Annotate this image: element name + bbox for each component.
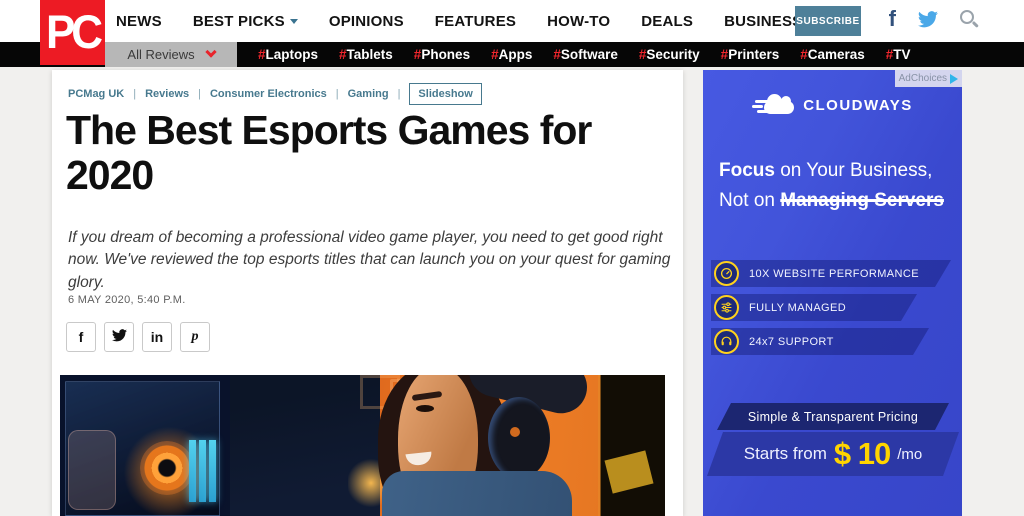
facebook-icon: f xyxy=(78,329,84,345)
speedometer-icon xyxy=(714,261,739,286)
nav-item-best-picks[interactable]: BEST PICKS xyxy=(193,13,298,30)
price-amount: $ 10 xyxy=(833,436,891,471)
chair-silhouette-shape xyxy=(600,375,665,516)
pcmag-logo[interactable]: PC xyxy=(40,0,105,65)
rgb-fan-shape xyxy=(140,441,194,495)
ram-stick-shape xyxy=(189,440,196,502)
ad-headline: Focus on Your Business, Not on Managing … xyxy=(719,160,944,212)
tag-apps[interactable]: #Apps xyxy=(491,47,532,62)
breadcrumb-separator: | xyxy=(335,88,339,100)
breadcrumb-consumer-electronics[interactable]: Consumer Electronics xyxy=(210,88,327,100)
nav-item-business[interactable]: BUSINESS xyxy=(724,13,802,30)
headset-icon xyxy=(714,329,739,354)
article-deck: If you dream of becoming a professional … xyxy=(68,229,671,291)
ad-feature-list: 10X WEBSITE PERFORMANCE FULLY MANAGED 24… xyxy=(711,260,951,355)
ad-pricing-title-banner: Simple & Transparent Pricing xyxy=(717,403,949,430)
twitter-icon xyxy=(111,329,127,345)
tag-tv[interactable]: #TV xyxy=(886,47,911,62)
headset-accent-shape xyxy=(510,427,520,437)
tag-tablets[interactable]: #Tablets xyxy=(339,47,393,62)
breadcrumb-separator: | xyxy=(133,88,137,100)
tag-printers[interactable]: #Printers xyxy=(721,47,780,62)
topic-tags: #Laptops #Tablets #Phones #Apps #Softwar… xyxy=(258,42,911,67)
chevron-down-icon xyxy=(204,46,217,58)
share-twitter-button[interactable] xyxy=(104,322,134,352)
main-nav: NEWS BEST PICKS OPINIONS FEATURES HOW-TO… xyxy=(116,0,802,42)
tag-cameras[interactable]: #Cameras xyxy=(800,47,865,62)
nav-item-how-to[interactable]: HOW-TO xyxy=(547,13,610,30)
all-reviews-dropdown[interactable]: All Reviews xyxy=(105,42,237,67)
share-buttons: f in p xyxy=(66,322,210,352)
gamer-eye-shape xyxy=(416,405,434,412)
sidebar-ad-cloudways[interactable]: AdChoices CLOUDWAYS Focus on Your Busine… xyxy=(703,70,962,516)
article-card: PCMag UK | Reviews | Consumer Electronic… xyxy=(52,70,683,516)
ad-feature-support: 24x7 SUPPORT xyxy=(711,328,929,355)
slideshow-badge: Slideshow xyxy=(409,83,482,105)
chair-rim-shape xyxy=(598,375,601,516)
article-hero-image xyxy=(60,375,665,516)
twitter-icon[interactable] xyxy=(918,11,938,33)
subscribe-button[interactable]: SUBSCRIBE xyxy=(795,6,861,36)
headset-earcup-shape xyxy=(488,397,550,479)
page-title: The Best Esports Games for 2020 xyxy=(66,107,592,199)
adchoices-chip[interactable]: AdChoices xyxy=(894,70,962,87)
share-pinterest-button[interactable]: p xyxy=(180,322,210,352)
breadcrumb-reviews[interactable]: Reviews xyxy=(145,88,189,100)
breadcrumb-separator: | xyxy=(397,88,401,100)
glass-shape xyxy=(68,430,116,510)
tag-software[interactable]: #Software xyxy=(553,47,618,62)
nav-item-news[interactable]: NEWS xyxy=(116,13,162,30)
nav-item-opinions[interactable]: OPINIONS xyxy=(329,13,404,30)
search-icon[interactable] xyxy=(960,10,974,24)
pinterest-icon: p xyxy=(191,329,199,344)
header: NEWS BEST PICKS OPINIONS FEATURES HOW-TO… xyxy=(0,0,1024,42)
tag-laptops[interactable]: #Laptops xyxy=(258,47,318,62)
share-linkedin-button[interactable]: in xyxy=(142,322,172,352)
breadcrumb-pcmag-uk[interactable]: PCMag UK xyxy=(68,88,124,100)
cloud-icon xyxy=(752,94,795,114)
cloudways-logo: CLOUDWAYS xyxy=(703,94,962,114)
tag-security[interactable]: #Security xyxy=(639,47,700,62)
adchoices-icon xyxy=(950,73,958,84)
nav-item-deals[interactable]: DEALS xyxy=(641,13,693,30)
facebook-icon[interactable]: f xyxy=(889,8,896,30)
publish-date: 6 MAY 2020, 5:40 P.M. xyxy=(68,294,186,306)
ad-feature-managed: FULLY MANAGED xyxy=(711,294,917,321)
share-facebook-button[interactable]: f xyxy=(66,322,96,352)
ad-pricing-banner: Starts from $ 10 /mo xyxy=(707,432,959,476)
breadcrumb-gaming[interactable]: Gaming xyxy=(348,88,389,100)
tag-phones[interactable]: #Phones xyxy=(414,47,470,62)
strikethrough-text: Managing Servers xyxy=(780,190,944,212)
sliders-icon xyxy=(714,295,739,320)
chevron-down-icon xyxy=(289,18,298,24)
nav-item-features[interactable]: FEATURES xyxy=(435,13,516,30)
ad-feature-performance: 10X WEBSITE PERFORMANCE xyxy=(711,260,951,287)
gamer-shoulder-shape xyxy=(382,471,572,516)
linkedin-icon: in xyxy=(150,329,164,345)
ram-stick-shape xyxy=(199,440,206,502)
ram-stick-shape xyxy=(209,440,216,502)
breadcrumb-separator: | xyxy=(198,88,201,100)
breadcrumb: PCMag UK | Reviews | Consumer Electronic… xyxy=(68,83,482,105)
